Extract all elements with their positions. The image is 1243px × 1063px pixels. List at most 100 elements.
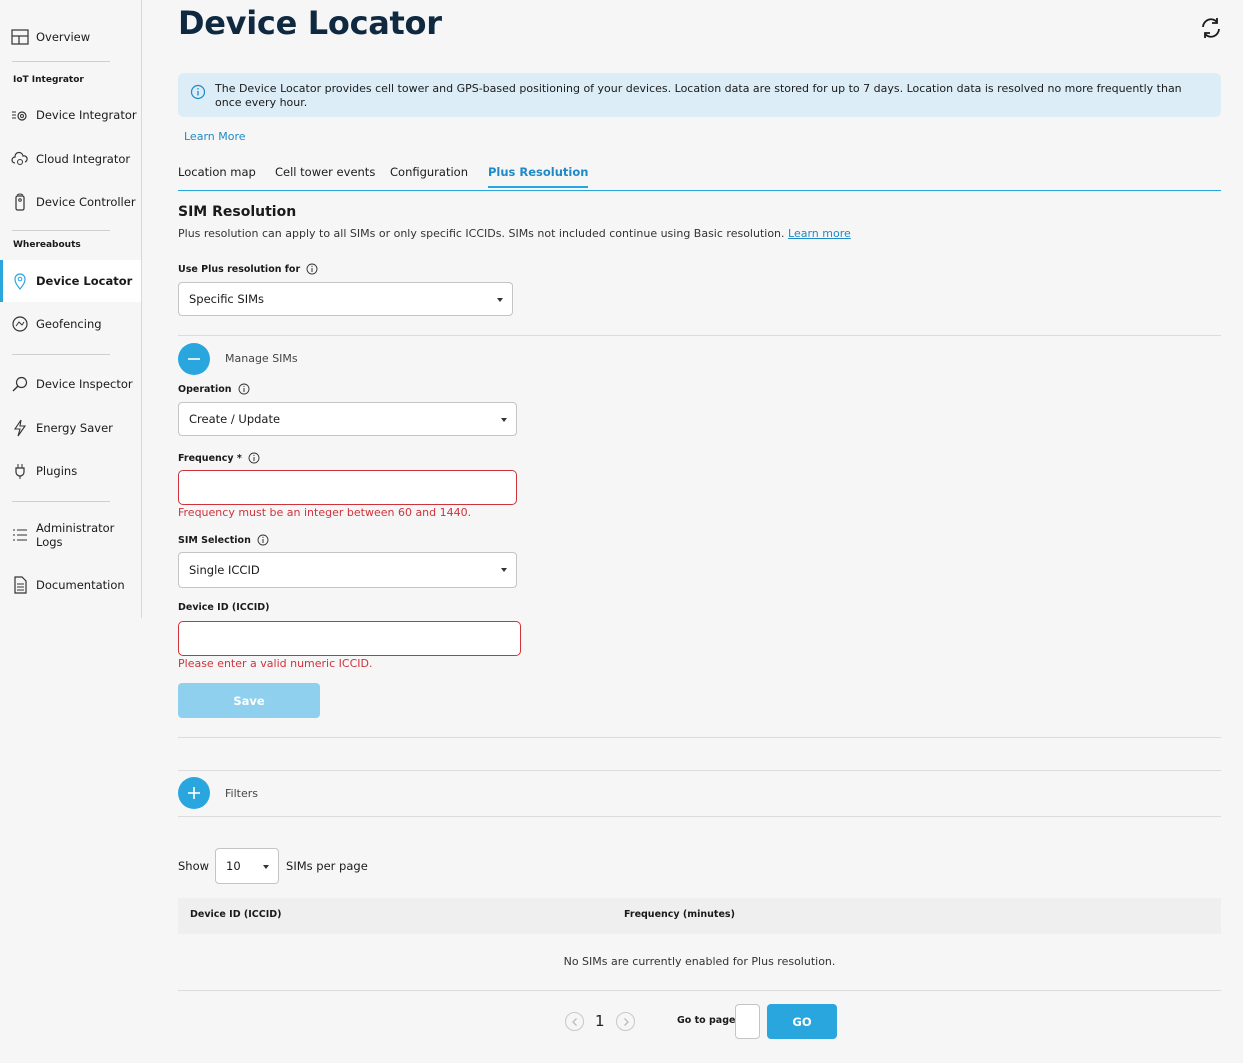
select-value: Single ICCID xyxy=(189,563,260,577)
sidebar-item-label: Cloud Integrator xyxy=(36,152,131,166)
manage-sims-label: Manage SIMs xyxy=(225,352,298,365)
previous-page-button[interactable] xyxy=(565,1012,584,1031)
field-label-text: Use Plus resolution for xyxy=(178,263,301,275)
tab-location-map[interactable]: Location map xyxy=(178,165,256,179)
minus-icon xyxy=(188,358,200,360)
section-description-text: Plus resolution can apply to all SIMs or… xyxy=(178,227,785,240)
layout-grid-icon xyxy=(10,27,30,47)
page-size-row: Show 10 SIMs per page xyxy=(178,848,368,884)
filters-label: Filters xyxy=(225,787,258,800)
info-icon[interactable] xyxy=(306,263,318,275)
plus-icon xyxy=(188,787,200,799)
sidebar-item-label: Overview xyxy=(36,30,91,44)
sidebar-section-whereabouts: Whereabouts xyxy=(13,240,81,250)
sidebar-divider xyxy=(12,230,110,231)
go-to-page-input[interactable] xyxy=(735,1004,760,1039)
divider xyxy=(178,335,1221,336)
table-header: Device ID (ICCID) Frequency (minutes) xyxy=(178,898,1221,934)
plug-icon xyxy=(10,461,30,481)
select-value: Specific SIMs xyxy=(189,292,265,306)
sidebar-item-energy-saver[interactable]: Energy Saver xyxy=(0,418,141,438)
sidebar-item-device-inspector[interactable]: Device Inspector xyxy=(0,374,141,394)
tab-configuration[interactable]: Configuration xyxy=(390,165,468,179)
sidebar-item-plugins[interactable]: Plugins xyxy=(0,461,141,481)
expand-filters-button[interactable] xyxy=(178,777,210,809)
learn-more-link[interactable]: Learn More xyxy=(184,130,246,143)
select-value: 10 xyxy=(226,859,241,873)
info-icon[interactable] xyxy=(257,534,269,546)
field-label-text: Operation xyxy=(178,383,232,395)
chevron-down-icon xyxy=(501,418,507,422)
device-id-input[interactable] xyxy=(178,621,521,656)
select-value: Create / Update xyxy=(189,412,281,426)
save-button[interactable]: Save xyxy=(178,683,320,718)
chevron-left-icon xyxy=(571,1017,577,1026)
sidebar-item-label-line1: Administrator xyxy=(36,521,115,535)
field-label-text: SIM Selection xyxy=(178,534,251,546)
sidebar-item-administrator-logs[interactable]: Administrator Logs xyxy=(0,521,141,551)
frequency-label: Frequency * xyxy=(178,452,260,464)
sidebar-item-label: Device Integrator xyxy=(36,108,137,122)
collapse-manage-sims-button[interactable] xyxy=(178,343,210,375)
info-icon[interactable] xyxy=(248,452,260,464)
sidebar-item-label: Documentation xyxy=(36,578,125,592)
next-page-button[interactable] xyxy=(616,1012,635,1031)
refresh-icon[interactable] xyxy=(1199,16,1223,40)
info-icon[interactable] xyxy=(238,383,250,395)
field-label-text: Frequency * xyxy=(178,452,242,464)
sidebar-item-geofencing[interactable]: Geofencing xyxy=(0,314,141,334)
device-id-label: Device ID (ICCID) xyxy=(178,602,269,613)
sidebar-item-device-locator[interactable]: Device Locator xyxy=(0,260,141,302)
column-header-device-id[interactable]: Device ID (ICCID) xyxy=(190,909,281,920)
operation-select[interactable]: Create / Update xyxy=(178,402,517,436)
sidebar-item-overview[interactable]: Overview xyxy=(0,27,141,47)
operation-label: Operation xyxy=(178,383,250,395)
use-plus-resolution-select[interactable]: Specific SIMs xyxy=(178,282,513,316)
per-page-suffix: SIMs per page xyxy=(286,859,368,873)
sidebar-item-device-integrator[interactable]: Device Integrator xyxy=(0,105,141,125)
tab-plus-resolution[interactable]: Plus Resolution xyxy=(488,165,589,188)
sim-selection-select[interactable]: Single ICCID xyxy=(178,552,517,588)
info-icon xyxy=(190,84,206,100)
sidebar-divider xyxy=(12,501,110,502)
sidebar-item-label: Geofencing xyxy=(36,317,102,331)
geofence-icon xyxy=(10,314,30,334)
sidebar-divider xyxy=(12,61,110,62)
sidebar-section-iot: IoT Integrator xyxy=(13,75,84,85)
sidebar-item-device-controller[interactable]: Device Controller xyxy=(0,192,141,212)
divider xyxy=(178,770,1221,771)
tab-cell-tower-events[interactable]: Cell tower events xyxy=(275,165,375,179)
show-label: Show xyxy=(178,859,210,873)
section-title: SIM Resolution xyxy=(178,204,297,220)
frequency-input[interactable] xyxy=(178,470,517,505)
sidebar-item-cloud-integrator[interactable]: Cloud Integrator xyxy=(0,149,141,169)
remote-control-icon xyxy=(10,192,30,212)
list-icon xyxy=(10,525,30,545)
chevron-down-icon xyxy=(263,865,270,869)
divider xyxy=(178,737,1221,738)
map-pin-icon xyxy=(10,271,30,291)
sidebar-divider xyxy=(12,354,110,355)
page-title: Device Locator xyxy=(178,4,442,42)
chevron-right-icon xyxy=(623,1017,629,1026)
learn-more-link-inline[interactable]: Learn more xyxy=(788,227,851,240)
magnifier-icon xyxy=(10,374,30,394)
go-button[interactable]: GO xyxy=(767,1004,837,1039)
info-banner: The Device Locator provides cell tower a… xyxy=(178,73,1221,117)
sidebar-item-documentation[interactable]: Documentation xyxy=(0,575,141,595)
field-label-text: Device ID (ICCID) xyxy=(178,602,270,613)
tab-bar: Location map Cell tower events Configura… xyxy=(178,162,1221,191)
lightning-icon xyxy=(10,418,30,438)
sidebar-item-label: Administrator Logs xyxy=(36,521,114,549)
go-to-page-label: Go to page xyxy=(677,1015,736,1026)
per-page-select[interactable]: 10 xyxy=(215,848,280,884)
section-description: Plus resolution can apply to all SIMs or… xyxy=(178,227,851,240)
current-page-number[interactable]: 1 xyxy=(595,1012,605,1030)
frequency-error: Frequency must be an integer between 60 … xyxy=(178,506,472,519)
sim-selection-label: SIM Selection xyxy=(178,534,269,546)
sidebar-item-label-line2: Logs xyxy=(36,535,63,549)
chevron-down-icon xyxy=(501,568,507,572)
sidebar-item-label: Device Inspector xyxy=(36,377,133,391)
column-header-frequency[interactable]: Frequency (minutes) xyxy=(624,909,735,920)
info-text: The Device Locator provides cell tower a… xyxy=(215,82,1182,109)
